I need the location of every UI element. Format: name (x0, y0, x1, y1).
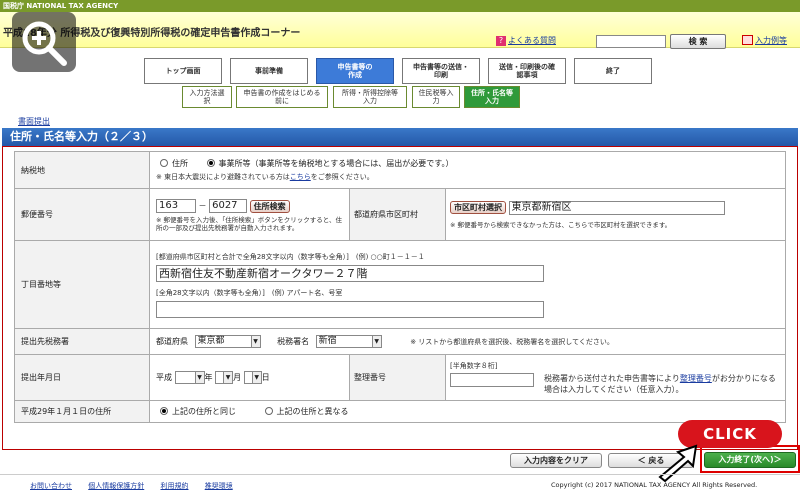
day-select[interactable]: ▼ (243, 371, 262, 384)
pref-city-label: 都道府県市区町村 (349, 188, 446, 241)
address-search-button[interactable]: 住所検索 (249, 199, 290, 213)
office-value: 新宿 (318, 336, 337, 346)
step-send: 申告書等の送信・印刷 (402, 58, 480, 84)
paper-submit-link[interactable]: 書面提出 (18, 116, 50, 127)
address-hint-2: [全角28文字以内（数字等も全角）] (例) アパート名、号室 (156, 288, 343, 297)
office-name-label: 税務署名 (277, 337, 310, 346)
footer-link-contact[interactable]: お問い合わせ (30, 482, 72, 490)
search-button[interactable]: 検 索 (670, 34, 726, 49)
radio-same-label: 上記の住所と同じ (172, 407, 236, 416)
step-confirm: 送信・印刷後の確認事項 (488, 58, 566, 84)
pref-select[interactable]: 東京都 ▼ (194, 335, 261, 348)
step-prepare: 事前準備 (230, 58, 308, 84)
postal-note: ※ 郵便番号を入力後、「住所検索」ボタンをクリックすると、住所の一部及び提出先税… (156, 216, 343, 232)
chevron-down-icon: ▼ (251, 372, 261, 383)
radio-diff-address[interactable] (264, 407, 273, 415)
ref-note: 税務署から送付された申告書等により整理番号がお分かりになる場合は入力してください… (544, 373, 781, 395)
footer: お問い合わせ 個人情報保護方針 利用規約 推奨環境 Copyright (c) … (0, 474, 800, 499)
highlight-box (700, 445, 800, 473)
city-note: ※ 郵便番号から検索できなかった方は、こちらで市区町村を選択できます。 (450, 220, 672, 229)
radio-residence[interactable] (160, 159, 168, 167)
pref-label: 都道府県 (156, 337, 188, 346)
address-hint-1: [都道府県市区町村と合計で全角28文字以内（数字等も全角）] (例) ○○町１－… (156, 252, 425, 261)
row-tax-place: 納税地 住所 事業所等（事業所等を納税地とする場合には、届出が必要です。） ※ … (14, 151, 786, 189)
footer-link-env[interactable]: 推奨環境 (205, 482, 233, 490)
zoom-in-icon[interactable] (12, 12, 76, 72)
radio-office[interactable] (206, 159, 215, 167)
example-link[interactable]: 入力例等 (742, 35, 787, 46)
row-office: 提出先税務署 都道府県 東京都 ▼ 税務署名 新宿 ▼ ※ リストから都道府県を選択… (14, 328, 786, 355)
row-date: 提出年月日 平成 ▼ 年 ▼ 月 ▼ 日 整理番号 [半角数字８桁] 税務署から送付さ… (14, 354, 786, 401)
month-select[interactable]: ▼ (215, 371, 234, 384)
ref-note-text: 税務署から送付された申告書等により (544, 373, 680, 383)
office-select[interactable]: 新宿 ▼ (315, 335, 382, 348)
ref-hint: [半角数字８桁] (450, 361, 498, 370)
era-label: 平成 (156, 373, 172, 382)
radio-diff-label: 上記の住所と異なる (276, 407, 349, 416)
month-unit: 月 (233, 373, 242, 382)
ref-number-link[interactable]: 整理番号 (680, 374, 712, 383)
tax-place-label: 納税地 (14, 151, 150, 189)
substep-income: 所得・所得控除等入力 (333, 86, 407, 108)
substep-resident-tax: 住民税等入力 (412, 86, 460, 108)
address-input-2[interactable] (156, 300, 544, 318)
radio-same-address[interactable] (160, 407, 168, 415)
chevron-down-icon: ▼ (371, 336, 381, 347)
radio-office-label: 事業所等（事業所等を納税地とする場合には、届出が必要です。） (218, 159, 454, 168)
row-jan-address: 平成29年１月１日の住所 上記の住所と同じ 上記の住所と異なる (14, 400, 786, 423)
pref-value: 東京都 (197, 336, 225, 346)
form-table: 納税地 住所 事業所等（事業所等を納税地とする場合には、届出が必要です。） ※ … (14, 151, 786, 423)
chevron-down-icon: ▼ (250, 336, 260, 347)
substep-before: 申告書の作成をはじめる前に (236, 86, 328, 108)
zip2-input[interactable]: 6027 (209, 199, 248, 213)
ref-number-input[interactable] (450, 372, 534, 387)
book-icon (742, 35, 753, 45)
zip-dash: － (198, 201, 207, 211)
jan-address-label: 平成29年１月１日の住所 (14, 400, 150, 423)
example-label: 入力例等 (755, 36, 787, 45)
year-unit: 年 (204, 373, 213, 382)
zip1-input[interactable]: 163 (156, 199, 196, 213)
footer-link-terms[interactable]: 利用規約 (160, 482, 188, 490)
header: 平成28年分 所得税及び復興特別所得税の確定申告書作成コーナー ? よくある質問 … (0, 12, 800, 49)
clear-button[interactable]: 入力内容をクリア (510, 453, 602, 468)
city-select-button[interactable]: 市区町村選択 (450, 201, 506, 214)
footer-link-privacy[interactable]: 個人情報保護方針 (88, 482, 144, 490)
page-title: 住所・氏名等入力（２／３） (2, 128, 798, 146)
row-address: 丁目番地等 [都道府県市区町村と合計で全角28文字以内（数字等も全角）] (例)… (14, 240, 786, 329)
step-create: 申告書等の作成 (316, 58, 394, 84)
chevron-down-icon: ▼ (223, 372, 233, 383)
city-input[interactable]: 東京都新宿区 (508, 200, 725, 215)
postal-label: 郵便番号 (14, 188, 150, 241)
search-input[interactable] (596, 35, 666, 48)
tax-place-note: ※ 東日本大震災により避難されている方はこちらをご参照ください。 (156, 172, 785, 182)
substep-address: 住所・氏名等入力 (464, 86, 520, 108)
year-select[interactable]: ▼ (174, 371, 205, 384)
question-icon: ? (496, 36, 506, 46)
date-label: 提出年月日 (14, 354, 150, 401)
address-input-1[interactable]: 西新宿住友不動産新宿オークタワー２７階 (156, 264, 544, 282)
office-label: 提出先税務署 (14, 328, 150, 355)
copyright: Copyright (c) 2017 NATIONAL TAX AGENCY A… (551, 481, 758, 489)
radio-residence-label: 住所 (172, 159, 188, 168)
step-top: トップ画面 (144, 58, 222, 84)
step-end: 終了 (574, 58, 652, 84)
ref-number-label: 整理番号 (349, 354, 446, 401)
substep-method: 入力方法選択 (182, 86, 232, 108)
agency-bar: 国税庁 NATIONAL TAX AGENCY (0, 0, 800, 12)
address-label: 丁目番地等 (14, 240, 150, 329)
day-unit: 日 (261, 373, 270, 382)
chevron-down-icon: ▼ (194, 372, 204, 383)
note-text-end: をご参照ください。 (310, 173, 374, 181)
refer-link[interactable]: こちら (290, 173, 311, 181)
faq-link[interactable]: ? よくある質問 (496, 35, 556, 46)
faq-label: よくある質問 (508, 36, 556, 45)
note-text: ※ 東日本大震災により避難されている方は (156, 173, 290, 181)
row-postal: 郵便番号 163 － 6027 住所検索 ※ 郵便番号を入力後、「住所検索」ボタ… (14, 188, 786, 241)
office-note: ※ リストから都道府県を選択後、税務署名を選択してください。 (410, 338, 614, 346)
